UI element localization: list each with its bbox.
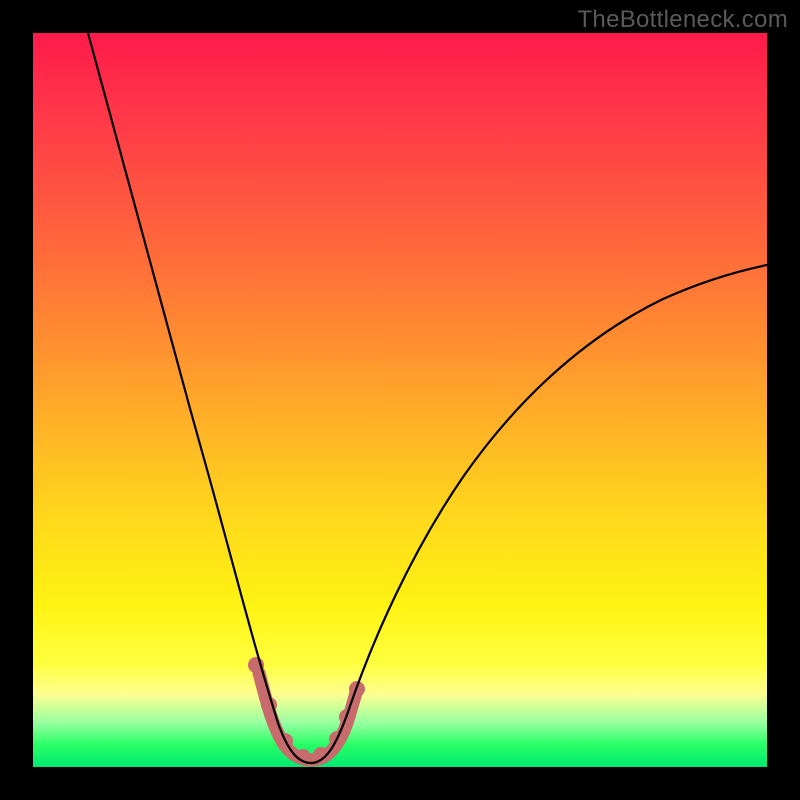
chart-svg (33, 33, 767, 767)
plot-area (33, 33, 767, 767)
outer-frame: TheBottleneck.com (0, 0, 800, 800)
bottleneck-curve-line (88, 33, 767, 763)
watermark-text: TheBottleneck.com (577, 6, 788, 34)
